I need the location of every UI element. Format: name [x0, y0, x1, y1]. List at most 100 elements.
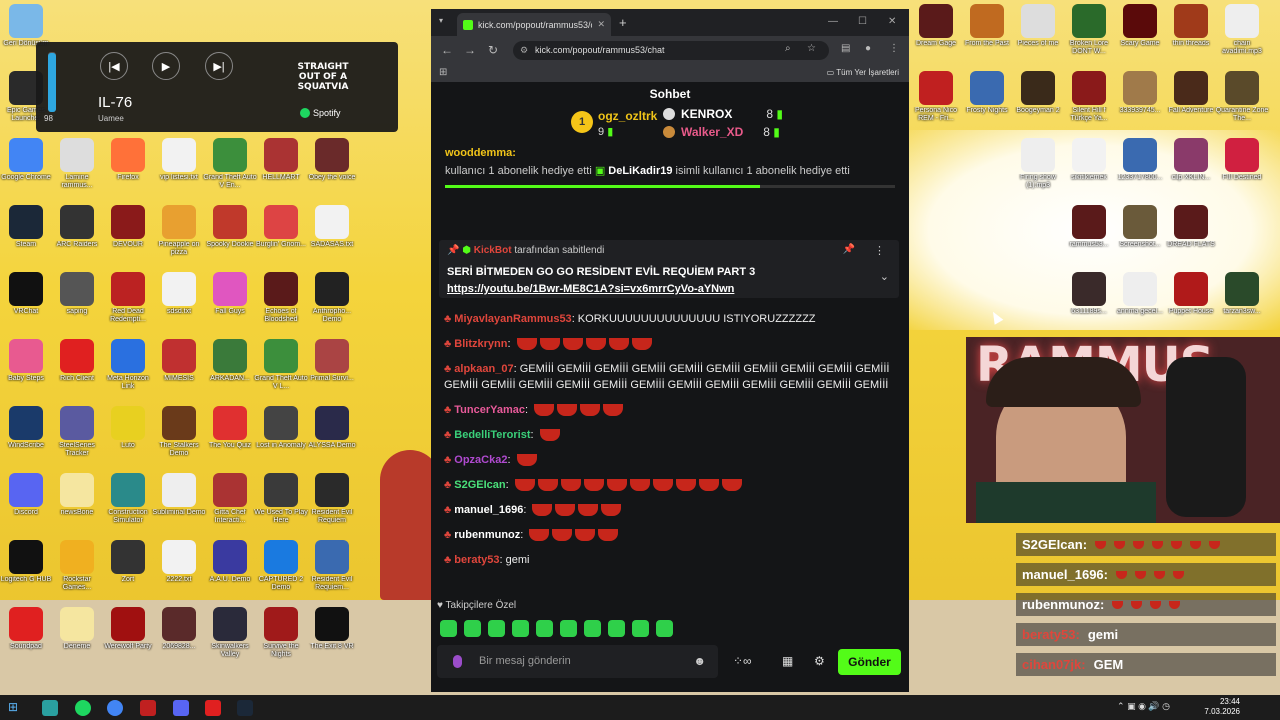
play-icon[interactable]: ▶: [152, 52, 180, 80]
desktop-icon[interactable]: VRChat: [0, 272, 52, 334]
chat-username[interactable]: BedelliTerorist: [454, 429, 530, 441]
next-icon[interactable]: ▶|: [205, 52, 233, 80]
desktop-icon[interactable]: Construction Simulator: [102, 473, 154, 535]
forward-icon[interactable]: →: [464, 43, 476, 57]
bookmark-star-icon[interactable]: ☆: [807, 43, 816, 54]
chat-username[interactable]: S2GEIcan: [454, 479, 505, 491]
quick-emote-icon[interactable]: [608, 620, 625, 637]
desktop-icon[interactable]: Grand Theft Auto V L...: [254, 339, 308, 401]
desktop-icon[interactable]: DEVOUR: [102, 205, 154, 267]
new-tab-icon[interactable]: +: [619, 15, 627, 30]
quick-emote-icon[interactable]: [536, 620, 553, 637]
desktop-icon[interactable]: CAPTURED 2 Demo: [255, 540, 307, 602]
desktop-icon[interactable]: Zort: [102, 540, 154, 602]
desktop-icon[interactable]: 1233717800...: [1114, 138, 1166, 200]
desktop-icon[interactable]: Baby Steps: [0, 339, 52, 401]
desktop-icon[interactable]: 2222.txt: [153, 540, 205, 602]
taskbar-spotify-icon[interactable]: [75, 700, 91, 716]
desktop-icon[interactable]: DREAD FLATS: [1165, 205, 1217, 267]
desktop-icon[interactable]: FIll Destined: [1216, 138, 1268, 200]
leader-1-name[interactable]: ogz_ozltrk: [598, 109, 657, 123]
desktop-icon[interactable]: Burglin' Gnom...: [255, 205, 307, 267]
pinned-message[interactable]: 📌 ⬢ KickBot tarafından sabitlendi SERİ B…: [439, 240, 899, 298]
desktop-icon[interactable]: Scary Game: [1114, 4, 1166, 66]
desktop-icon[interactable]: Firing show (1).mp3: [1012, 138, 1064, 200]
desktop-icon[interactable]: Google Chrome: [0, 138, 52, 200]
desktop-icon[interactable]: Rockstar Games...: [51, 540, 103, 602]
desktop-icon[interactable]: rammus53...: [1063, 205, 1115, 267]
desktop-icon[interactable]: Lamine rammus...: [51, 138, 103, 200]
desktop-icon[interactable]: Grand Theft Auto V En...: [203, 138, 257, 200]
desktop-icon[interactable]: Lost in Anomaly: [255, 406, 307, 468]
desktop-icon[interactable]: Spooky Dookie: [204, 205, 256, 267]
taskbar-chrome-icon[interactable]: [107, 700, 123, 716]
badges-icon[interactable]: ⁘∞: [733, 654, 752, 668]
minimize-icon[interactable]: —: [828, 16, 838, 27]
tab-kick-chat[interactable]: kick.com/popout/rammus53/ch ✕: [457, 13, 611, 36]
desktop-icon[interactable]: The You Quiz: [204, 406, 256, 468]
desktop-icon[interactable]: MIMESIS: [153, 339, 205, 401]
desktop-icon[interactable]: Skinwalkers Valley: [204, 607, 256, 669]
quick-emote-icon[interactable]: [464, 620, 481, 637]
desktop-icon[interactable]: annma gecel...: [1114, 272, 1166, 334]
desktop-icon[interactable]: From the Past: [961, 4, 1013, 66]
desktop-icon[interactable]: chain avadimi.mp3: [1216, 4, 1268, 66]
chat-username[interactable]: TuncerYamac: [454, 404, 525, 416]
quick-emote-icon[interactable]: [656, 620, 673, 637]
desktop-icon[interactable]: Fall Adventure: [1165, 71, 1217, 133]
address-bar[interactable]: ⚙ kick.com/popout/rammus53/chat: [513, 41, 829, 60]
desktop-icon[interactable]: Persona Nico REM - Fri...: [910, 71, 962, 133]
send-button[interactable]: Gönder: [838, 649, 901, 675]
desktop-icon[interactable]: SADASAS.txt: [306, 205, 358, 267]
leader-2-row[interactable]: KENROX 8 ▮: [663, 107, 783, 121]
more-options-icon[interactable]: ⋮: [874, 244, 885, 257]
desktop-icon[interactable]: The Exit 8 VR: [306, 607, 358, 669]
desktop-icon[interactable]: sdsd.txt: [153, 272, 205, 334]
desktop-icon[interactable]: ALYSSA Demo: [306, 406, 358, 468]
microphone-icon[interactable]: [453, 655, 462, 668]
taskbar-app-icon[interactable]: [42, 700, 58, 716]
quick-emote-icon[interactable]: [512, 620, 529, 637]
profile-icon[interactable]: ●: [865, 43, 871, 54]
extensions-icon[interactable]: ▤: [841, 43, 850, 54]
taskbar-obs-icon[interactable]: [140, 700, 156, 716]
chat-username[interactable]: MiyavlayanRammus53: [454, 313, 571, 325]
desktop-icon[interactable]: Frosty Nights: [961, 71, 1013, 133]
clock[interactable]: 23:44 7.03.2026: [1204, 697, 1240, 717]
chevron-down-icon[interactable]: ⌄: [880, 270, 889, 283]
desktop-icon[interactable]: sikitiklemek: [1063, 138, 1115, 200]
desktop-icon[interactable]: Soundpad: [0, 607, 52, 669]
desktop-icon[interactable]: HELLMART: [255, 138, 307, 200]
desktop-icon[interactable]: Meta Horizon Link: [102, 339, 154, 401]
desktop-icon[interactable]: Deneme: [51, 607, 103, 669]
desktop-icon[interactable]: 2069828...: [153, 607, 205, 669]
settings-gear-icon[interactable]: ⚙: [814, 654, 825, 668]
back-icon[interactable]: ←: [441, 43, 453, 57]
desktop-icon[interactable]: Echoes of Bloodshed: [255, 272, 307, 334]
desktop-icon[interactable]: Rich Client: [51, 339, 103, 401]
desktop-icon[interactable]: ARC Raiders: [51, 205, 103, 267]
unpin-icon[interactable]: 📌: [843, 244, 855, 255]
desktop-icon[interactable]: Discord: [0, 473, 52, 535]
desktop-icon[interactable]: The Stalkers Demo: [153, 406, 205, 468]
desktop-icon[interactable]: Survive the Nights: [255, 607, 307, 669]
desktop-icon[interactable]: SteelSeries Tracker: [51, 406, 103, 468]
desktop-icon[interactable]: Pieces of me: [1012, 4, 1064, 66]
desktop-icon[interactable]: Pineapple on pizza: [153, 205, 205, 267]
gift-shop-icon[interactable]: ▦: [782, 654, 793, 668]
windows-start-icon[interactable]: ⊞: [8, 700, 18, 714]
desktop-icon[interactable]: tarzan3sw...: [1216, 272, 1268, 334]
desktop-icon[interactable]: Boogeyman 2: [1012, 71, 1064, 133]
quick-emote-icon[interactable]: [632, 620, 649, 637]
taskbar-discord-icon[interactable]: [173, 700, 189, 716]
desktop-icon[interactable]: 6311189s...: [1063, 272, 1115, 334]
desktop-icon[interactable]: Primal Survi...: [306, 339, 358, 401]
desktop-icon[interactable]: ARKADAN...: [204, 339, 256, 401]
chat-username[interactable]: rubenmunoz: [454, 529, 520, 541]
desktop-icon[interactable]: Gitta Chef Interacti...: [204, 473, 256, 535]
quick-emote-icon[interactable]: [584, 620, 601, 637]
desktop-icon[interactable]: Luto: [102, 406, 154, 468]
desktop-icon[interactable]: 333939745...: [1114, 71, 1166, 133]
taskbar-steam-icon[interactable]: [237, 700, 253, 716]
desktop-icon[interactable]: We Used To Play Here: [254, 473, 308, 535]
